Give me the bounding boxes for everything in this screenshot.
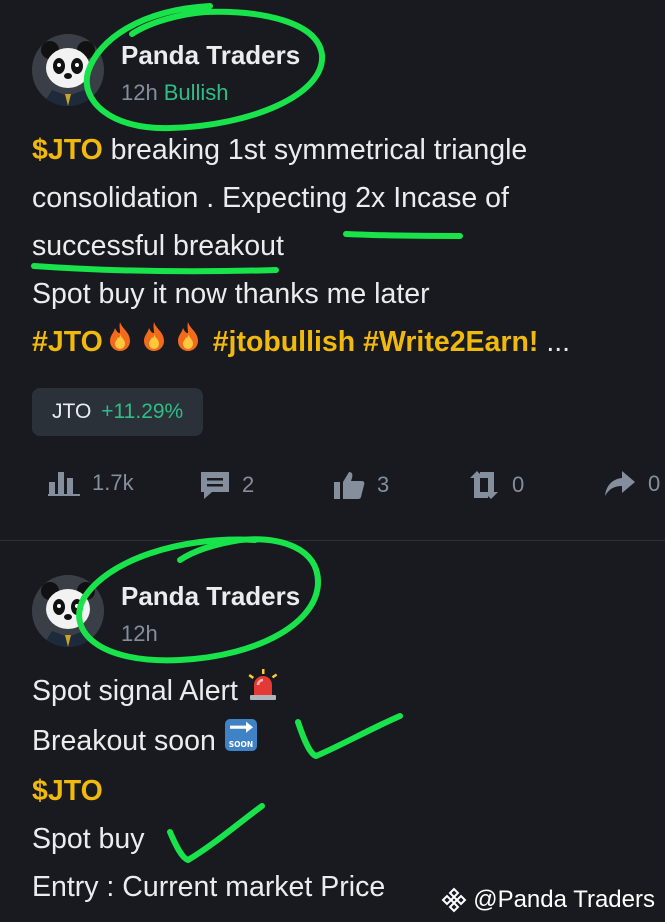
post-time: 12h	[121, 80, 158, 105]
coin-symbol: JTO	[52, 400, 92, 423]
post-card[interactable]: Panda Traders 12h Spot signal Alert Brea…	[0, 541, 665, 922]
post-text: Breakout soon	[32, 724, 224, 757]
share-button[interactable]: 0	[604, 470, 660, 498]
comment-icon	[201, 472, 229, 499]
views-counter[interactable]: 1.7k	[48, 470, 134, 496]
post-card[interactable]: Panda Traders 12h Bullish $JTO breaking 1…	[0, 0, 665, 540]
avatar[interactable]	[32, 34, 104, 106]
post-text: breaking 1st symmetrical triangle	[102, 134, 528, 166]
like-count: 3	[377, 472, 390, 497]
cashtag[interactable]: $JTO	[32, 775, 103, 807]
post-text: Spot buy it now thanks me later	[32, 278, 430, 310]
svg-text:SOON: SOON	[229, 740, 253, 749]
author-name[interactable]: Panda Traders	[121, 40, 300, 71]
panda-avatar-image	[32, 575, 104, 647]
hashtag[interactable]: #jtobullish	[213, 326, 356, 358]
hashtag[interactable]: #JTO	[32, 326, 103, 358]
hashtag[interactable]: #Write2Earn!	[363, 326, 538, 358]
share-icon	[605, 471, 635, 496]
repost-count: 0	[512, 472, 525, 497]
like-button[interactable]: 3	[333, 470, 389, 500]
more-indicator[interactable]: ...	[538, 326, 570, 358]
post-actions: 1.7k 2 3 0 0	[0, 470, 665, 506]
post-text: successful breakout	[32, 230, 284, 262]
thumbs-up-icon	[334, 472, 365, 499]
panda-avatar-image	[32, 34, 104, 106]
siren-emoji	[246, 668, 280, 717]
post-body[interactable]: $JTO breaking 1st symmetrical triangle c…	[32, 126, 641, 368]
share-count: 0	[648, 471, 661, 496]
post-meta: 12h	[121, 621, 158, 647]
coin-chip[interactable]: JTO +11.29%	[32, 388, 204, 436]
post-meta: 12h Bullish	[121, 80, 229, 106]
views-count: 1.7k	[92, 470, 134, 495]
post-text: consolidation . Expecting 2x Incase of	[32, 182, 509, 214]
fire-emoji	[171, 319, 205, 368]
repost-button[interactable]: 0	[468, 470, 524, 500]
watermark: @Panda Traders	[441, 886, 655, 914]
comment-count: 2	[242, 472, 255, 497]
sentiment-badge: Bullish	[163, 80, 229, 105]
fire-emoji	[103, 319, 137, 368]
post-time: 12h	[121, 621, 158, 646]
avatar[interactable]	[32, 575, 104, 647]
post-body[interactable]: Spot signal Alert Breakout soon SOON $JT…	[32, 667, 641, 911]
cashtag[interactable]: $JTO	[32, 134, 103, 166]
watermark-text: @Panda Traders	[473, 886, 655, 913]
soon-arrow-emoji: SOON	[224, 718, 258, 767]
coin-change: +11.29%	[101, 400, 184, 423]
comment-button[interactable]: 2	[200, 470, 254, 500]
fire-emoji	[137, 319, 171, 368]
bar-chart-icon	[48, 472, 80, 496]
repost-icon	[470, 471, 498, 499]
author-name[interactable]: Panda Traders	[121, 581, 300, 612]
post-text: Spot buy	[32, 822, 145, 855]
post-text: Spot signal Alert	[32, 675, 246, 707]
binance-logo-icon	[441, 887, 467, 913]
